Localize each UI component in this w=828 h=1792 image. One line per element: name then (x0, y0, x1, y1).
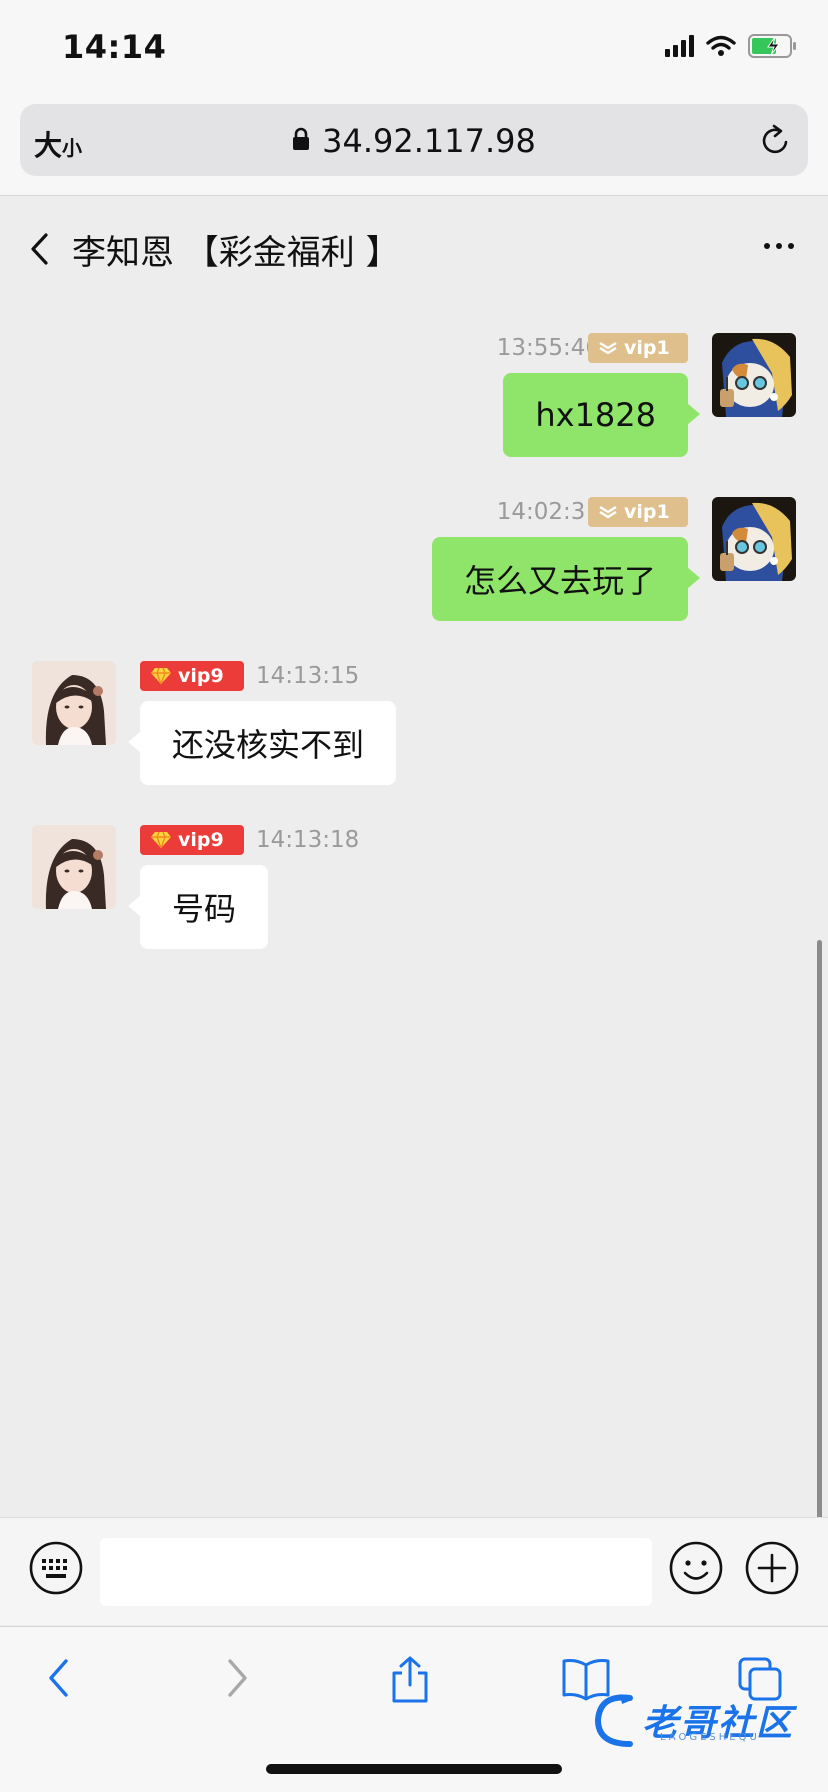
status-icons (665, 34, 798, 58)
watermark-logo: 老哥社区 LAOGESHEQU (590, 1690, 794, 1750)
plus-icon[interactable] (744, 1540, 800, 1600)
vip-badge-wrapper: vip1 (588, 497, 688, 527)
vip-label: vip1 (624, 501, 670, 523)
browser-forward-icon[interactable] (222, 1655, 252, 1705)
input-bar (0, 1517, 828, 1625)
message-bubble[interactable]: 还没核实不到 (127, 701, 397, 785)
message-bubble[interactable]: 怎么又去玩了 (431, 537, 701, 621)
message-bubble[interactable]: hx1828 (503, 373, 700, 457)
vip-rank-icon (599, 341, 617, 355)
browser-url-area: 大小 34.92.117.98 (0, 96, 828, 196)
vip-badge: vip1 (588, 333, 688, 363)
message-time: 14:13:18 (256, 827, 360, 853)
message-bubble[interactable]: 号码 (127, 865, 269, 949)
url-display[interactable]: 34.92.117.98 (20, 122, 808, 160)
more-icon[interactable] (764, 243, 794, 249)
vip-label: vip1 (624, 337, 670, 359)
message-text: 还没核实不到 (172, 726, 365, 764)
vip-rank-icon (599, 505, 617, 519)
signal-icon (665, 35, 694, 57)
contact-avatar[interactable] (32, 825, 116, 909)
message-meta: 14:02:31 (497, 497, 600, 527)
status-bar: 14:14 (0, 0, 828, 96)
url-bar[interactable]: 大小 34.92.117.98 (20, 104, 808, 176)
message-text: hx1828 (535, 396, 656, 434)
browser-back-icon[interactable] (44, 1655, 74, 1705)
chat-title: 李知恩 【彩金福利 】 (72, 233, 400, 273)
message-meta: vip9 14:13:18 (140, 825, 359, 855)
message-time: 14:02:31 (496, 499, 600, 525)
watermark-subtext: LAOGESHEQU (660, 1732, 760, 1743)
message-text: 怎么又去玩了 (463, 562, 656, 600)
vip-label: vip9 (178, 665, 224, 687)
back-icon[interactable] (28, 231, 50, 271)
dragon-icon (594, 1694, 633, 1747)
gem-icon (151, 831, 171, 849)
emoji-icon[interactable] (668, 1540, 724, 1600)
self-avatar[interactable] (712, 333, 796, 417)
vip-badge: vip9 (140, 825, 244, 855)
share-icon[interactable] (388, 1655, 432, 1709)
vip-badge-wrapper: vip1 (588, 333, 688, 363)
message-text: 号码 (172, 890, 237, 928)
message-meta: 13:55:46 (497, 333, 600, 363)
contact-avatar[interactable] (32, 661, 116, 745)
vip-badge: vip1 (588, 497, 688, 527)
message-input[interactable] (100, 1538, 652, 1606)
home-indicator[interactable] (266, 1764, 562, 1774)
status-time: 14:14 (62, 28, 167, 66)
gem-icon (151, 667, 171, 685)
vip-label: vip9 (178, 829, 224, 851)
self-avatar[interactable] (712, 497, 796, 581)
battery-icon (748, 34, 798, 58)
keyboard-icon[interactable] (28, 1540, 84, 1600)
lock-icon (292, 127, 310, 155)
vip-badge: vip9 (140, 661, 244, 691)
chat-header: 李知恩 【彩金福利 】 (0, 197, 828, 297)
message-meta: vip9 14:13:15 (140, 661, 359, 691)
message-time: 14:13:15 (256, 663, 360, 689)
message-time: 13:55:46 (496, 335, 600, 361)
reload-icon[interactable] (758, 122, 792, 162)
wifi-icon (706, 35, 736, 57)
url-text: 34.92.117.98 (322, 122, 536, 160)
